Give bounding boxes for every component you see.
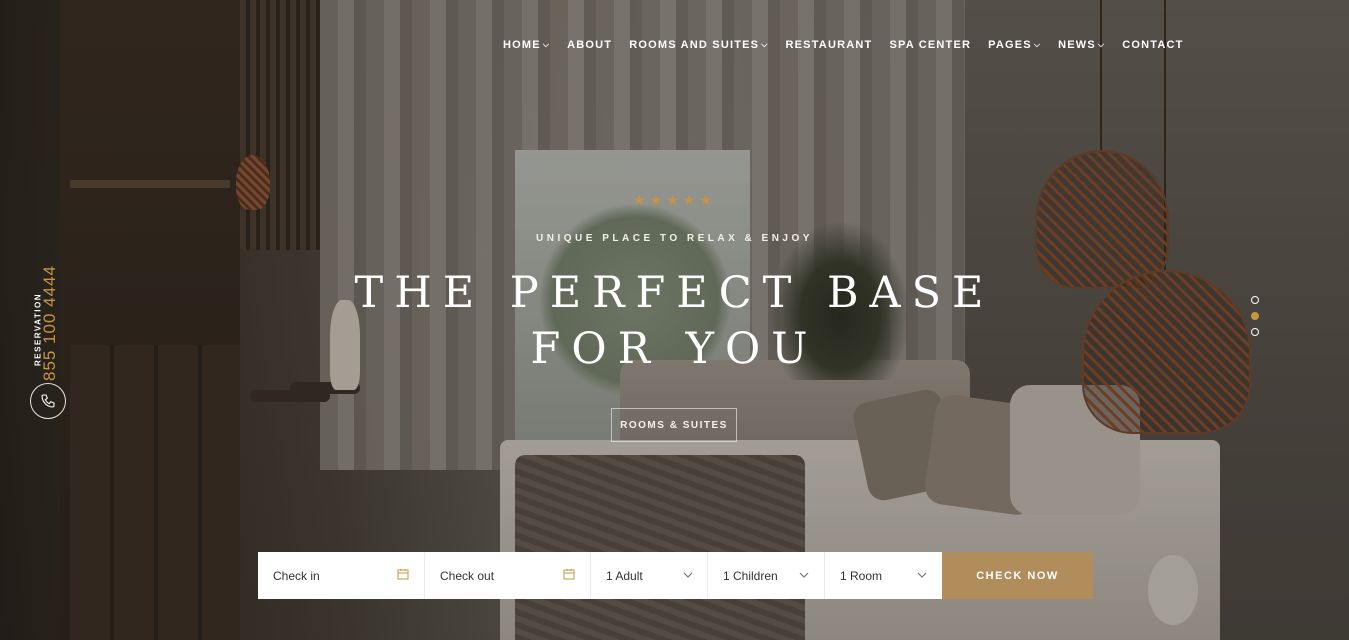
calendar-icon bbox=[563, 568, 575, 583]
chevron-down-icon bbox=[799, 570, 809, 581]
hero-tagline: UNIQUE PLACE TO RELAX & ENJOY bbox=[536, 233, 813, 244]
chevron-down-icon: ⌵ bbox=[1033, 40, 1042, 49]
shelf bbox=[70, 180, 230, 188]
slat-wall bbox=[240, 0, 320, 250]
pillow bbox=[922, 392, 1048, 518]
slider-dot-active[interactable] bbox=[1251, 312, 1259, 320]
children-select[interactable]: 1 Children bbox=[708, 552, 825, 599]
chevron-down-icon: ⌵ bbox=[761, 40, 769, 49]
nav-label: PAGES bbox=[988, 39, 1032, 51]
pillow bbox=[850, 386, 960, 504]
lamp-cord bbox=[1100, 0, 1102, 152]
vase bbox=[1148, 555, 1198, 625]
hero-headline: THE PERFECT BASE FOR YOU bbox=[0, 265, 1349, 377]
headline-line-2: FOR YOU bbox=[530, 324, 819, 374]
rating-stars: ★★★★★ bbox=[633, 192, 716, 208]
nav-label: SPA CENTER bbox=[889, 39, 972, 51]
cabinet-doors bbox=[70, 345, 240, 640]
nav-label: RESTAURANT bbox=[785, 39, 873, 51]
phone-icon[interactable] bbox=[30, 383, 66, 419]
chevron-down-icon: ⌵ bbox=[542, 40, 551, 49]
bed bbox=[500, 440, 1220, 640]
reservation-block: RESERVATION 855 100 4444 bbox=[20, 255, 70, 385]
calendar-icon bbox=[397, 568, 409, 583]
slider-dot[interactable] bbox=[1251, 296, 1259, 304]
check-in-field[interactable]: Check in bbox=[258, 552, 425, 599]
check-out-field[interactable]: Check out bbox=[425, 552, 591, 599]
nav-item-home[interactable]: HOME ⌵ bbox=[503, 39, 550, 51]
bar-stool bbox=[290, 382, 360, 394]
rooms-value: 1 Room bbox=[840, 568, 883, 583]
check-out-placeholder: Check out bbox=[440, 568, 495, 583]
check-now-button[interactable]: CHECK NOW bbox=[942, 552, 1093, 599]
nav-label: CONTACT bbox=[1122, 39, 1184, 51]
chevron-down-icon bbox=[917, 570, 927, 581]
phone-glyph bbox=[41, 394, 55, 408]
rooms-and-suites-button[interactable]: ROOMS & SUITES bbox=[611, 408, 737, 442]
nav-label: ROOMS AND SUITES bbox=[629, 39, 760, 51]
adults-value: 1 Adult bbox=[606, 568, 643, 583]
nav-label: HOME bbox=[503, 39, 541, 51]
main-nav: HOME ⌵ ABOUT ROOMS AND SUITES ⌵ RESTAURANT… bbox=[503, 39, 1201, 51]
nav-item-rooms-and-suites[interactable]: ROOMS AND SUITES ⌵ bbox=[629, 39, 768, 51]
chevron-down-icon: ⌵ bbox=[1097, 40, 1106, 49]
nav-item-news[interactable]: NEWS ⌵ bbox=[1058, 39, 1105, 51]
slider-dots bbox=[1251, 296, 1263, 344]
nav-item-about[interactable]: ABOUT bbox=[567, 39, 612, 51]
nav-label: NEWS bbox=[1058, 39, 1096, 51]
reservation-phone[interactable]: 855 100 4444 bbox=[40, 258, 60, 388]
nav-item-contact[interactable]: CONTACT bbox=[1122, 39, 1183, 51]
nav-item-restaurant[interactable]: RESTAURANT bbox=[785, 39, 872, 51]
blanket bbox=[515, 455, 805, 640]
headline-line-1: THE PERFECT BASE bbox=[354, 268, 995, 318]
check-in-placeholder: Check in bbox=[273, 568, 320, 583]
booking-form: Check in Check out 1 Adult 1 Children 1 … bbox=[258, 552, 1093, 599]
nav-item-spa-center[interactable]: SPA CENTER bbox=[889, 39, 971, 51]
nav-label: ABOUT bbox=[567, 39, 613, 51]
pillow bbox=[1010, 385, 1140, 515]
chevron-down-icon bbox=[683, 570, 693, 581]
bar-stool bbox=[250, 390, 330, 402]
nav-item-pages[interactable]: PAGES ⌵ bbox=[988, 39, 1041, 51]
slider-dot[interactable] bbox=[1251, 328, 1259, 336]
children-value: 1 Children bbox=[723, 568, 778, 583]
rooms-select[interactable]: 1 Room bbox=[825, 552, 942, 599]
adults-select[interactable]: 1 Adult bbox=[591, 552, 708, 599]
